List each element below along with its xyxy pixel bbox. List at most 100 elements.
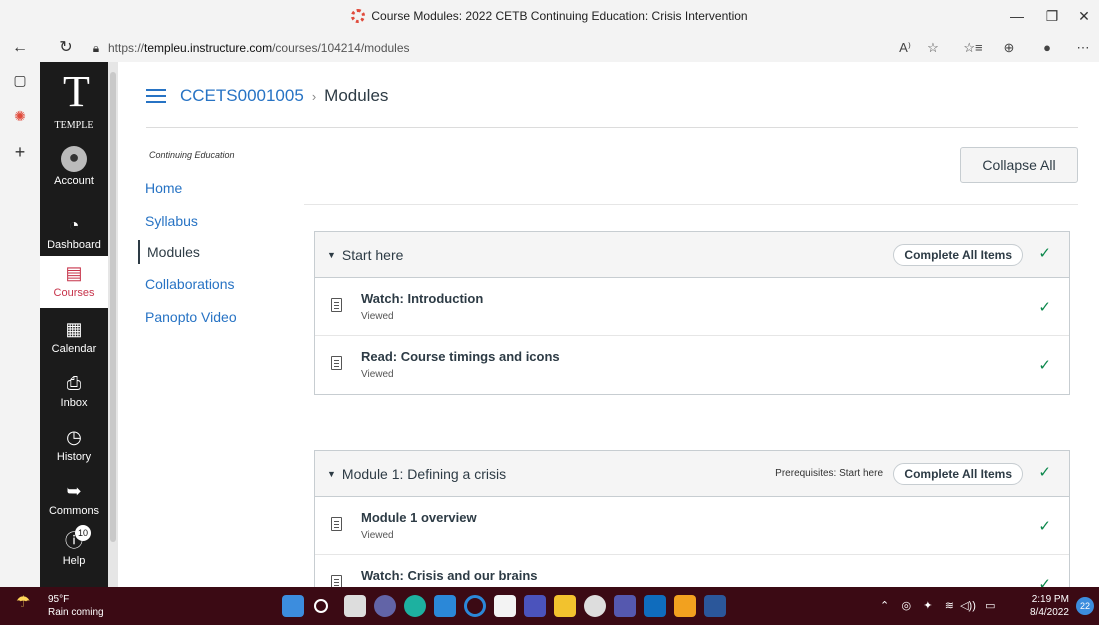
nav-inbox[interactable]: ⎙ Inbox	[40, 372, 108, 409]
item-complete-check-icon: ✓	[1038, 357, 1051, 374]
tray-chevron-icon[interactable]: ⌃	[880, 600, 889, 612]
module-item[interactable]: Watch: Introduction Viewed ✓	[315, 278, 1069, 336]
photos-icon[interactable]	[674, 595, 696, 617]
course-menu-toggle-icon[interactable]	[146, 89, 166, 103]
start-icon[interactable]	[282, 595, 304, 617]
courses-icon: ▤	[65, 263, 83, 283]
new-tab-icon[interactable]: +	[8, 140, 32, 164]
nav-scrollbar-thumb[interactable]	[110, 72, 116, 542]
notification-badge[interactable]: 22	[1076, 597, 1094, 615]
mail-icon[interactable]	[434, 595, 456, 617]
store-icon[interactable]	[494, 595, 516, 617]
collections-icon[interactable]: ⊕	[998, 37, 1020, 59]
module-item[interactable]: Watch: Crisis and our brains ✓	[315, 555, 1069, 587]
nav-calendar[interactable]: ▦ Calendar	[40, 318, 108, 355]
task-view-icon[interactable]	[344, 595, 366, 617]
teams-chat-icon[interactable]	[374, 595, 396, 617]
search-icon[interactable]	[314, 599, 328, 613]
file-explorer-icon[interactable]	[554, 595, 576, 617]
module-item[interactable]: Read: Course timings and icons Viewed ✓	[315, 336, 1069, 394]
module-title[interactable]: ▼ Start here	[327, 247, 403, 263]
word-icon[interactable]	[704, 595, 726, 617]
read-aloud-icon[interactable]: A⁾	[894, 37, 916, 59]
course-nav-modules[interactable]: Modules	[138, 240, 200, 264]
battery-icon[interactable]: ▭	[985, 600, 995, 612]
edge-icon[interactable]	[404, 595, 426, 617]
breadcrumb: CCETS0001005 › Modules	[180, 86, 388, 106]
breadcrumb-separator-icon: ›	[311, 89, 317, 104]
module-item[interactable]: Module 1 overview Viewed ✓	[315, 497, 1069, 555]
minimize-icon[interactable]: —	[1002, 5, 1032, 27]
module-header[interactable]: ▼ Module 1: Defining a crisis Prerequisit…	[315, 451, 1069, 497]
tab-title-text: Course Modules: 2022 CETB Continuing Edu…	[371, 9, 748, 23]
nav-label: Help	[62, 555, 86, 567]
module-header[interactable]: ▼ Start here Complete All Items ✓	[315, 232, 1069, 278]
favorite-star-icon[interactable]: ☆	[922, 37, 944, 59]
clock-time: 2:19 PM	[1031, 594, 1069, 605]
module-item-title[interactable]: Module 1 overview	[361, 510, 477, 525]
back-icon[interactable]: ←	[8, 36, 32, 60]
module-prerequisites: Prerequisites: Start here	[775, 468, 883, 479]
planner-icon[interactable]	[524, 595, 546, 617]
nav-courses[interactable]: ▤ Courses	[40, 256, 108, 308]
complete-all-items-button[interactable]: Complete All Items	[893, 244, 1023, 266]
module-item-title[interactable]: Watch: Crisis and our brains	[361, 568, 538, 583]
teams-icon[interactable]	[614, 595, 636, 617]
nav-label: Commons	[48, 505, 100, 517]
maximize-icon[interactable]: ❐	[1037, 5, 1067, 27]
edge-side-strip: ▢ ✺ +	[0, 62, 40, 587]
close-icon[interactable]: ✕	[1069, 5, 1099, 27]
module-item-title[interactable]: Read: Course timings and icons	[361, 349, 560, 364]
favorites-list-icon[interactable]: ☆≡	[962, 37, 984, 59]
nav-label: Account	[54, 175, 94, 187]
course-nav-syllabus[interactable]: Syllabus	[138, 213, 198, 229]
canvas-tab-icon[interactable]: ✺	[8, 104, 32, 128]
nav-account[interactable]: ● Account	[40, 146, 108, 187]
header-divider	[146, 127, 1078, 128]
page-icon	[331, 575, 342, 587]
nav-commons[interactable]: ➥ Commons	[40, 480, 108, 517]
module-item-title[interactable]: Watch: Introduction	[361, 291, 483, 306]
toolbar-divider	[304, 204, 1078, 205]
url-field[interactable]: https://templeu.instructure.com/courses/…	[108, 37, 808, 59]
breadcrumb-course-link[interactable]: CCETS0001005	[180, 86, 304, 105]
item-complete-check-icon: ✓	[1038, 299, 1051, 316]
temple-logo[interactable]: T TEMPLE	[40, 68, 108, 132]
course-nav-panopto[interactable]: Panopto Video	[138, 309, 237, 325]
more-menu-icon[interactable]: ⋯	[1072, 37, 1094, 59]
profile-icon[interactable]: ●	[1036, 37, 1058, 59]
module-title[interactable]: ▼ Module 1: Defining a crisis	[327, 466, 506, 482]
tray-app-icon[interactable]: ✦	[923, 600, 932, 612]
collapse-all-button[interactable]: Collapse All	[960, 147, 1078, 183]
taskbar: ☂ 95°F Rain coming ⌃ ◎ ✦ ≋ ◁)) ▭ 2:19 PM…	[0, 587, 1099, 625]
clock-date: 8/4/2022	[1030, 607, 1069, 618]
cortana-icon[interactable]	[464, 595, 486, 617]
tab-actions-icon[interactable]: ▢	[8, 68, 32, 92]
weather-widget[interactable]: ☂ 95°F Rain coming	[16, 593, 104, 619]
complete-all-items-button[interactable]: Complete All Items	[893, 463, 1023, 485]
course-nav-home[interactable]: Home	[138, 180, 182, 196]
nav-label: Dashboard	[47, 239, 101, 251]
course-navigation: Continuing Education Home Syllabus Modul…	[138, 150, 288, 325]
nav-history[interactable]: ◷ History	[40, 426, 108, 463]
github-icon[interactable]	[584, 595, 606, 617]
item-complete-check-icon: ✓	[1038, 518, 1051, 535]
tray-app-icon[interactable]: ◎	[901, 600, 911, 612]
clock[interactable]: 2:19 PM 8/4/2022	[1030, 593, 1069, 619]
course-nav-collaborations[interactable]: Collaborations	[138, 276, 235, 292]
module-title-text: Module 1: Defining a crisis	[341, 466, 507, 482]
nav-scrollbar[interactable]	[108, 62, 118, 587]
calendar-icon: ▦	[65, 319, 83, 339]
system-tray[interactable]: ⌃ ◎ ✦ ≋ ◁)) ▭	[880, 599, 995, 612]
url-host: templeu.instructure.com	[144, 41, 273, 55]
nav-label: Courses	[53, 287, 95, 299]
outlook-icon[interactable]	[644, 595, 666, 617]
page-icon	[331, 356, 342, 370]
volume-icon[interactable]: ◁))	[960, 600, 976, 612]
refresh-icon[interactable]: ↻	[54, 36, 78, 60]
lock-icon[interactable]: 🔒︎	[84, 36, 108, 60]
wifi-icon[interactable]: ≋	[945, 600, 954, 612]
module-complete-check-icon: ✓	[1038, 245, 1051, 262]
nav-dashboard[interactable]: ◔ Dashboard	[40, 214, 108, 251]
nav-help[interactable]: ⓘ 10 Help	[40, 525, 108, 567]
